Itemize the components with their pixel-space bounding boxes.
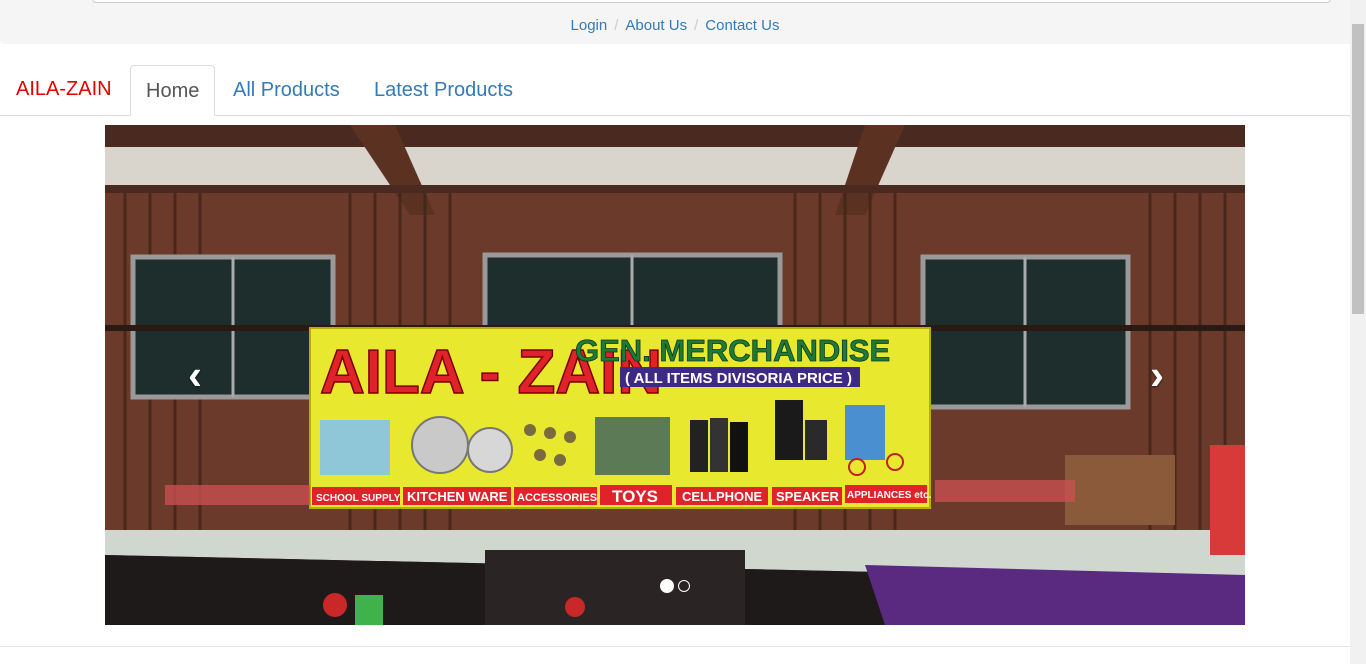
sign-subtitle: ( ALL ITEMS DIVISORIA PRICE ) [625,370,852,387]
address-field-edge[interactable] [92,0,1331,3]
carousel-next-button[interactable]: › [1137,354,1177,396]
tab-home[interactable]: Home [130,65,216,116]
store-front-photo: AILA - ZAIN GEN. MERCHANDISE ( ALL ITEMS… [105,125,1245,625]
carousel-prev-button[interactable]: ‹ [175,354,215,396]
brand-logo[interactable]: AILA-ZAIN [16,78,112,101]
carousel-indicators [660,577,694,593]
separator: / [694,17,699,34]
main-navbar: AILA-ZAIN Home All Products Latest Produ… [0,65,1350,116]
category-label: SCHOOL SUPPLY [316,493,401,504]
category-label: SPEAKER [776,489,839,504]
carousel-indicator-2[interactable] [678,579,690,592]
carousel-indicator-1[interactable] [660,578,674,593]
image-carousel: AILA - ZAIN GEN. MERCHANDISE ( ALL ITEMS… [105,125,1245,625]
top-bar: Login / About Us / Contact Us [0,0,1350,44]
tab-latest-products[interactable]: Latest Products [359,65,528,114]
category-label: ACCESSORIES [517,492,597,504]
login-link[interactable]: Login [571,17,608,34]
category-label: APPLIANCES etc. [847,490,932,501]
contact-us-link[interactable]: Contact Us [705,17,779,34]
category-label: TOYS [612,487,658,506]
scrollbar-thumb[interactable] [1352,24,1364,314]
about-us-link[interactable]: About Us [625,17,687,34]
vertical-scrollbar[interactable] [1350,0,1366,664]
section-divider [0,646,1350,647]
separator: / [614,17,619,34]
top-links: Login / About Us / Contact Us [0,17,1350,34]
tab-all-products[interactable]: All Products [218,65,355,114]
category-label: KITCHEN WARE [407,489,508,504]
sign-title: GEN. MERCHANDISE [575,333,890,368]
category-label: CELLPHONE [682,489,763,504]
store-sign: AILA - ZAIN GEN. MERCHANDISE ( ALL ITEMS… [309,327,932,509]
